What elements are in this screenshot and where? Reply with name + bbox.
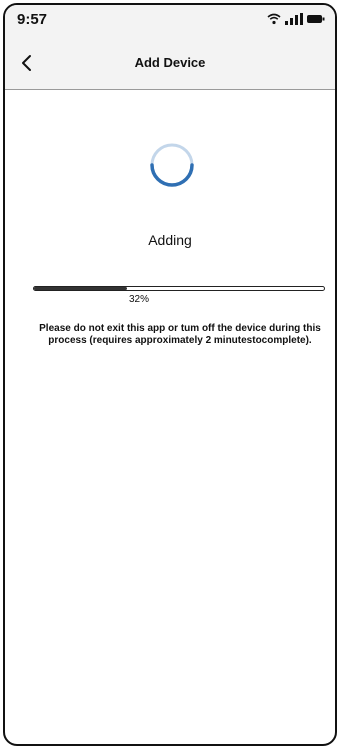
battery-icon [307,15,325,23]
status-bar: 9:57 [5,5,335,39]
instruction-note: Please do not exit this app or tum off t… [39,323,321,346]
phone-frame: 9:57 Add Device Adding 32% Please do not… [3,3,337,746]
status-time: 9:57 [17,11,48,28]
progress-bar [33,286,325,291]
header-bar: Add Device [5,39,335,90]
status-icons [267,13,325,25]
status-label: Adding [148,232,192,248]
wifi-icon [267,13,281,25]
loading-spinner-icon [150,143,194,187]
progress-fill [34,287,127,290]
page-title: Add Device [134,55,206,70]
signal-icon [285,13,303,25]
progress-percent: 32% [129,294,150,305]
